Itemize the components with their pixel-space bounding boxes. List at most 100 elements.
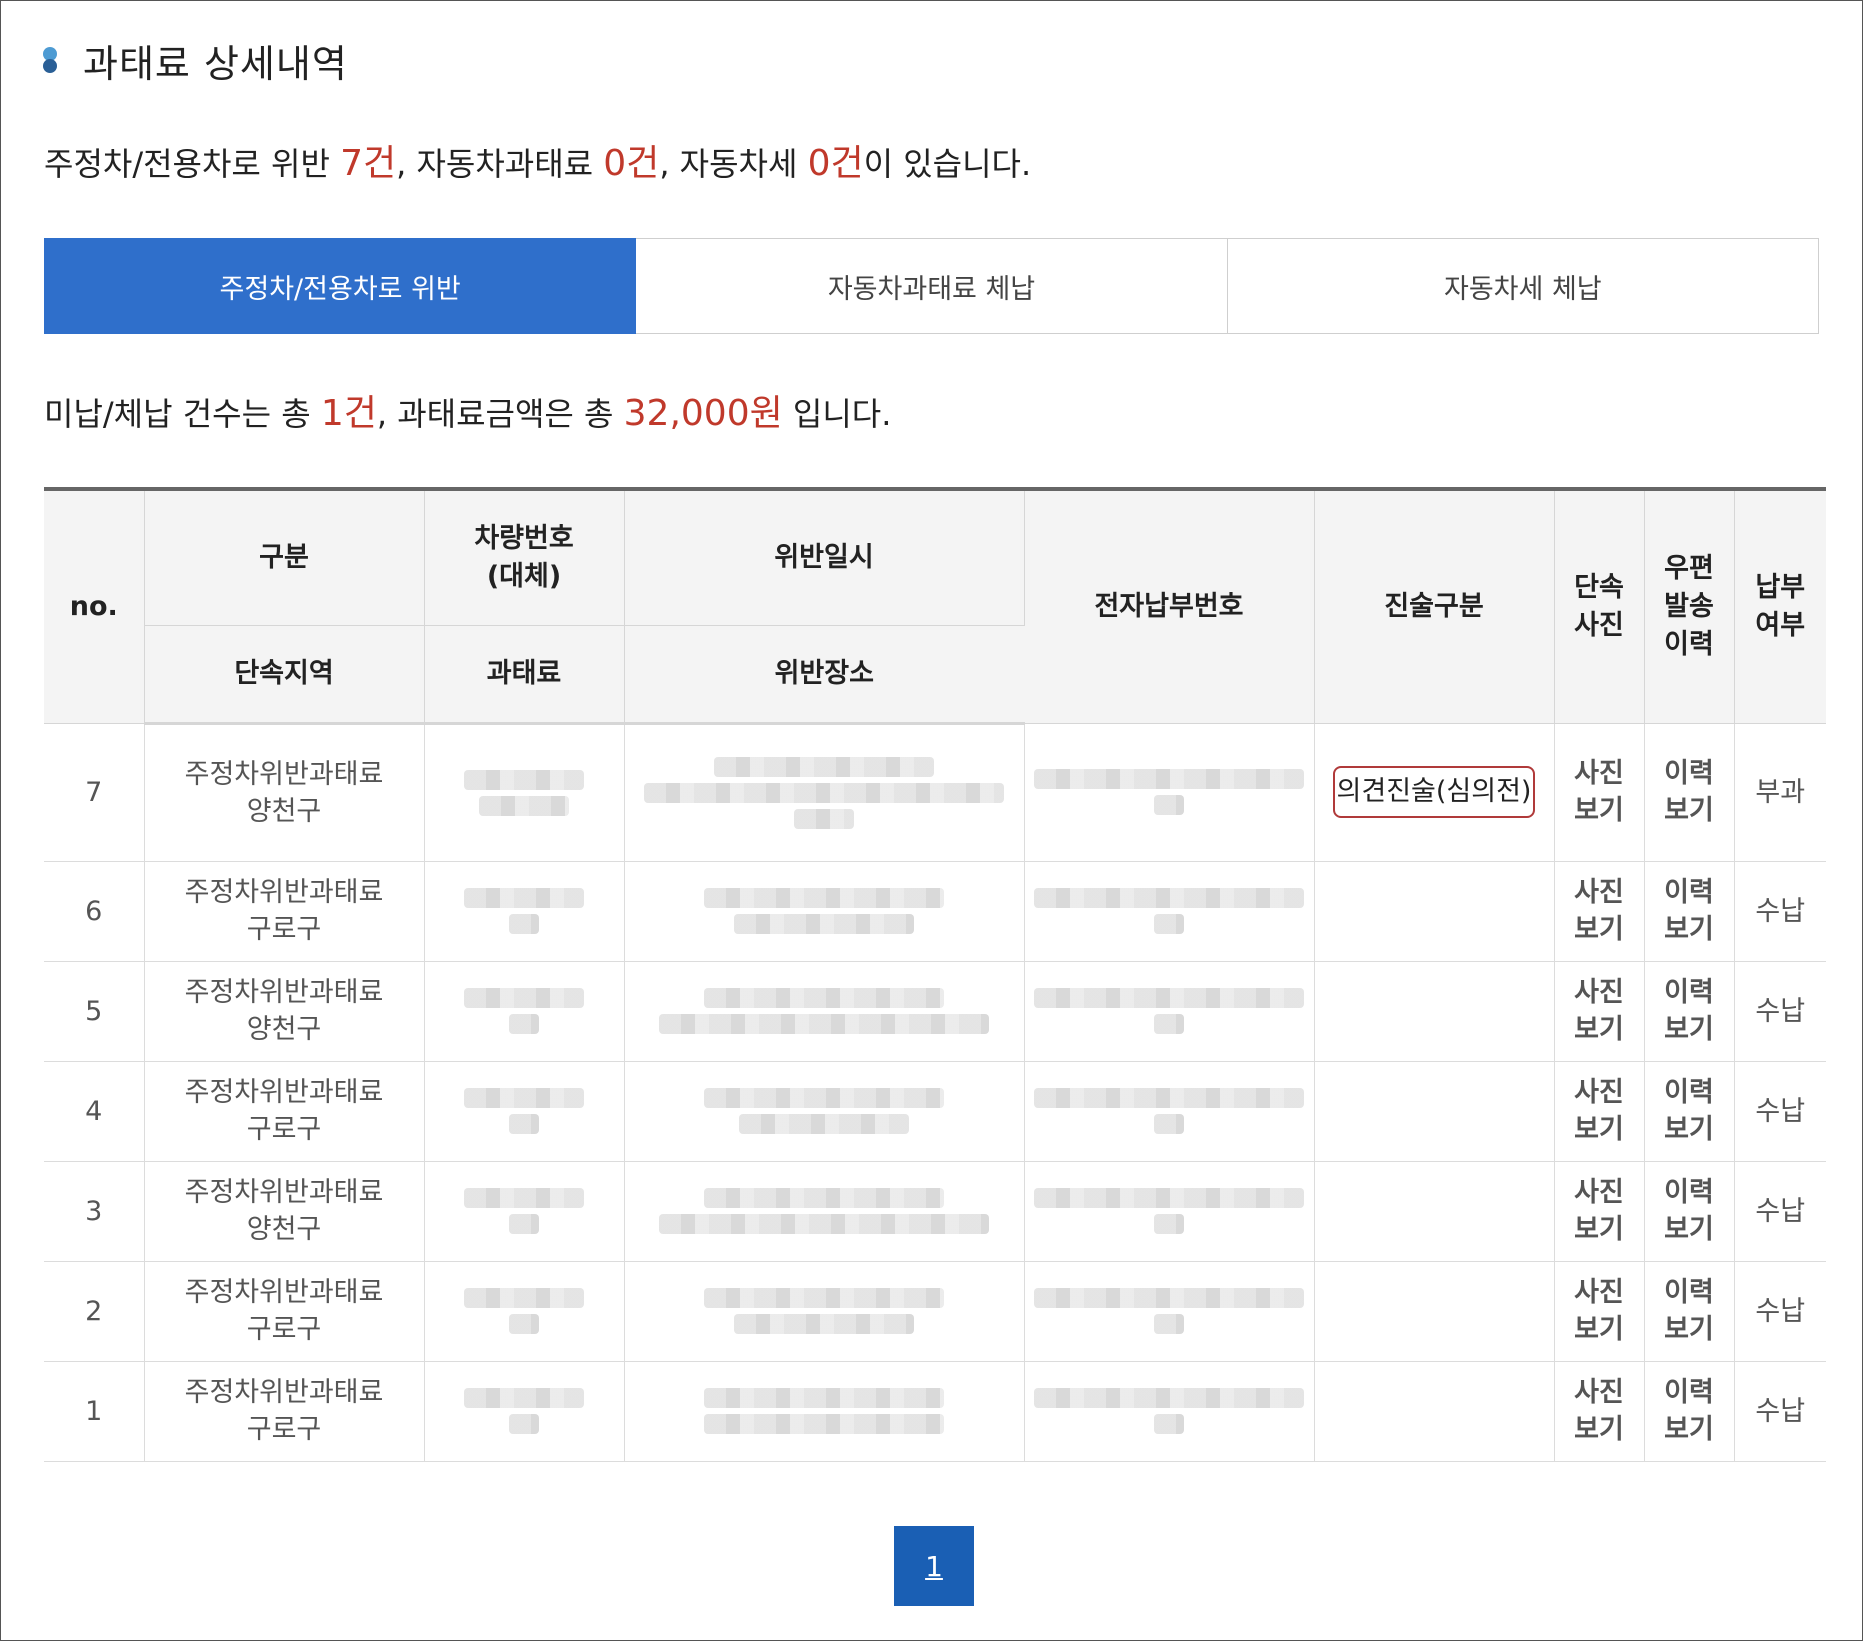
row-payment-status: 수납 xyxy=(1734,1361,1826,1462)
redacted-car-number xyxy=(424,723,625,862)
row-statement xyxy=(1314,961,1555,1062)
page-title: 과태료 상세내역 xyxy=(83,41,348,86)
unpaid-summary: 미납/체납 건수는 총 1건, 과태료금액은 총 32,000원 입니다. xyxy=(44,389,891,439)
redacted-car-number xyxy=(424,1261,625,1362)
photo-view-link[interactable]: 사진 보기 xyxy=(1554,1361,1645,1462)
row-statement xyxy=(1314,861,1555,962)
col-no: no. xyxy=(44,489,145,724)
row-no: 3 xyxy=(44,1161,145,1262)
mail-history-link[interactable]: 이력 보기 xyxy=(1644,723,1735,862)
car-tax-count: 0건 xyxy=(807,143,864,184)
col-mail-history: 우편 발송 이력 xyxy=(1644,489,1735,724)
redacted-epay-number xyxy=(1024,1061,1315,1162)
col-category: 구분 xyxy=(144,489,425,626)
tab-parking-violation[interactable]: 주정차/전용차로 위반 xyxy=(44,238,637,334)
row-statement xyxy=(1314,1261,1555,1362)
row-no: 4 xyxy=(44,1061,145,1162)
redacted-car-number xyxy=(424,1361,625,1462)
car-penalty-count: 0건 xyxy=(603,143,660,184)
row-statement: 의견진술(심의전) xyxy=(1314,723,1555,862)
penalty-table: no. 구분 차량번호 (대체) 위반일시 전자납부번호 진술구분 단속 사진 우편… xyxy=(44,487,1826,1462)
violation-summary: 주정차/전용차로 위반 7건, 자동차과태료 0건, 자동차세 0건이 있습니다… xyxy=(44,139,1031,189)
summary-text-1: 주정차/전용차로 위반 xyxy=(44,145,341,183)
col-photo: 단속 사진 xyxy=(1554,489,1645,724)
mail-history-link[interactable]: 이력 보기 xyxy=(1644,861,1735,962)
row-no: 6 xyxy=(44,861,145,962)
col-location: 위반장소 xyxy=(624,625,1024,725)
table-row: 2 주정차위반과태료 구로구 사진 보기 이력 보기 수납 xyxy=(44,1261,1826,1362)
table-row: 4 주정차위반과태료 구로구 사진 보기 이력 보기 수납 xyxy=(44,1061,1826,1162)
row-payment-status: 수납 xyxy=(1734,961,1826,1062)
col-statement: 진술구분 xyxy=(1314,489,1555,724)
row-no: 2 xyxy=(44,1261,145,1362)
table-row: 1 주정차위반과태료 구로구 사진 보기 이력 보기 수납 xyxy=(44,1361,1826,1462)
table-row: 7 주정차위반과태료 양천구 의견진술(심의전) 사진 보기 이력 보기 부과 xyxy=(44,723,1826,862)
opinion-statement-button[interactable]: 의견진술(심의전) xyxy=(1332,766,1536,818)
summary-text-4: 이 있습니다. xyxy=(863,145,1032,183)
redacted-car-number xyxy=(424,861,625,962)
redacted-datetime-location xyxy=(624,1061,1025,1162)
row-payment-status: 수납 xyxy=(1734,1061,1826,1162)
row-statement xyxy=(1314,1061,1555,1162)
mail-history-link[interactable]: 이력 보기 xyxy=(1644,1261,1735,1362)
row-payment-status: 수납 xyxy=(1734,1261,1826,1362)
col-payment-status: 납부 여부 xyxy=(1734,489,1826,724)
bullet-icon xyxy=(43,47,57,73)
unpaid-text-2: , 과태료금액은 총 xyxy=(376,395,624,433)
summary-text-3: , 자동차세 xyxy=(659,145,808,183)
mail-history-link[interactable]: 이력 보기 xyxy=(1644,1061,1735,1162)
row-category-region: 주정차위반과태료 구로구 xyxy=(144,1361,425,1462)
col-epay-number: 전자납부번호 xyxy=(1024,489,1315,724)
row-statement xyxy=(1314,1361,1555,1462)
unpaid-amount: 32,000원 xyxy=(623,393,783,434)
table-row: 3 주정차위반과태료 양천구 사진 보기 이력 보기 수납 xyxy=(44,1161,1826,1262)
col-car-number: 차량번호 (대체) xyxy=(424,489,625,626)
unpaid-text-3: 입니다. xyxy=(782,395,892,433)
row-payment-status: 수납 xyxy=(1734,861,1826,962)
mail-history-link[interactable]: 이력 보기 xyxy=(1644,1161,1735,1262)
row-category-region: 주정차위반과태료 양천구 xyxy=(144,961,425,1062)
tab-car-penalty-arrears[interactable]: 자동차과태료 체납 xyxy=(636,238,1228,334)
photo-view-link[interactable]: 사진 보기 xyxy=(1554,1061,1645,1162)
row-category-region: 주정차위반과태료 구로구 xyxy=(144,861,425,962)
row-no: 5 xyxy=(44,961,145,1062)
photo-view-link[interactable]: 사진 보기 xyxy=(1554,1161,1645,1262)
tab-car-tax-arrears[interactable]: 자동차세 체납 xyxy=(1227,238,1819,334)
summary-text-2: , 자동차과태료 xyxy=(396,145,604,183)
col-violation-datetime: 위반일시 xyxy=(624,489,1025,626)
row-payment-status: 부과 xyxy=(1734,723,1826,862)
redacted-epay-number xyxy=(1024,861,1315,962)
unpaid-count: 1건 xyxy=(320,393,377,434)
redacted-epay-number xyxy=(1024,723,1315,862)
redacted-datetime-location xyxy=(624,861,1025,962)
table-row: 5 주정차위반과태료 양천구 사진 보기 이력 보기 수납 xyxy=(44,961,1826,1062)
redacted-car-number xyxy=(424,1061,625,1162)
mail-history-link[interactable]: 이력 보기 xyxy=(1644,961,1735,1062)
row-category-region: 주정차위반과태료 양천구 xyxy=(144,1161,425,1262)
redacted-car-number xyxy=(424,961,625,1062)
row-category-region: 주정차위반과태료 양천구 xyxy=(144,723,425,862)
redacted-datetime-location xyxy=(624,1161,1025,1262)
photo-view-link[interactable]: 사진 보기 xyxy=(1554,1261,1645,1362)
pagination-page-1[interactable]: 1 xyxy=(894,1526,974,1606)
photo-view-link[interactable]: 사진 보기 xyxy=(1554,723,1645,862)
parking-violation-count: 7건 xyxy=(340,143,397,184)
table-row: 6 주정차위반과태료 구로구 사진 보기 이력 보기 수납 xyxy=(44,861,1826,962)
mail-history-link[interactable]: 이력 보기 xyxy=(1644,1361,1735,1462)
row-category-region: 주정차위반과태료 구로구 xyxy=(144,1061,425,1162)
redacted-datetime-location xyxy=(624,961,1025,1062)
col-region: 단속지역 xyxy=(144,625,425,725)
category-tabs: 주정차/전용차로 위반 자동차과태료 체납 자동차세 체납 xyxy=(44,238,1819,334)
photo-view-link[interactable]: 사진 보기 xyxy=(1554,861,1645,962)
redacted-epay-number xyxy=(1024,961,1315,1062)
row-category-region: 주정차위반과태료 구로구 xyxy=(144,1261,425,1362)
redacted-epay-number xyxy=(1024,1361,1315,1462)
redacted-epay-number xyxy=(1024,1261,1315,1362)
redacted-epay-number xyxy=(1024,1161,1315,1262)
row-no: 1 xyxy=(44,1361,145,1462)
redacted-datetime-location xyxy=(624,1361,1025,1462)
photo-view-link[interactable]: 사진 보기 xyxy=(1554,961,1645,1062)
unpaid-text-1: 미납/체납 건수는 총 xyxy=(44,395,321,433)
redacted-datetime-location xyxy=(624,1261,1025,1362)
row-statement xyxy=(1314,1161,1555,1262)
